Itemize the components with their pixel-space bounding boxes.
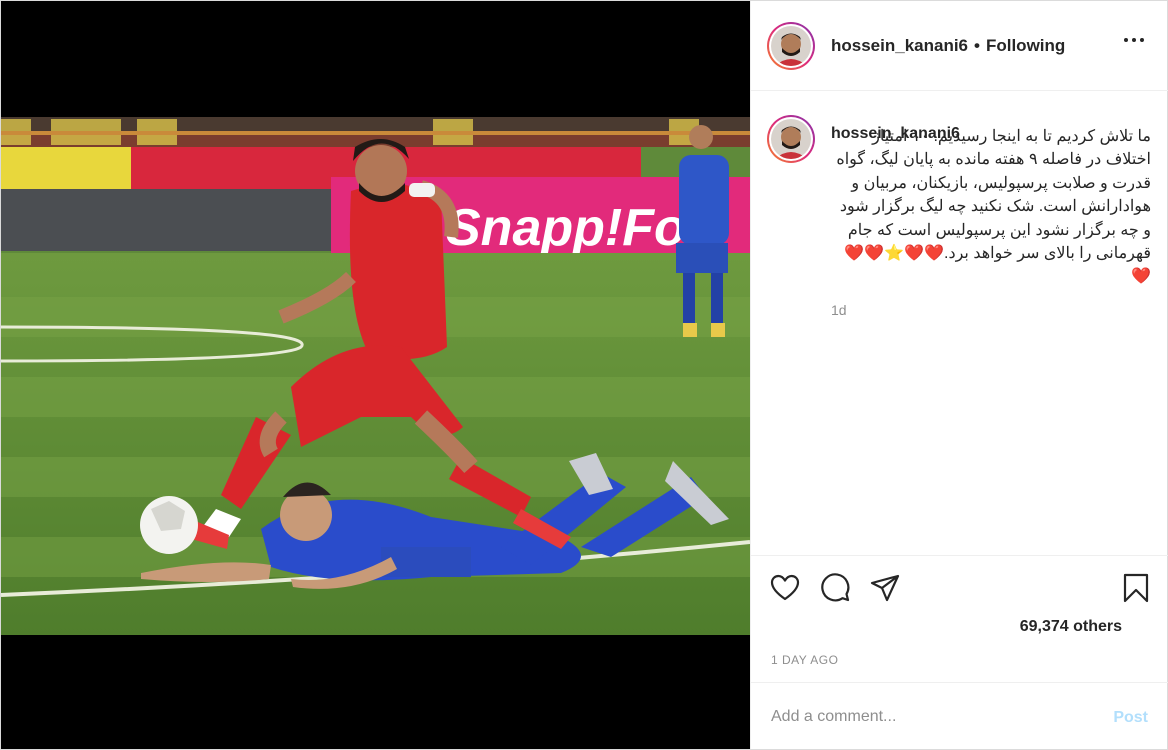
caption-body: hossein_kanani6 ما تلاش کردیم تا به اینج…: [831, 115, 1151, 318]
heart-icon[interactable]: [769, 572, 801, 604]
following-button[interactable]: Following: [986, 36, 1065, 56]
post-caption: hossein_kanani6 ما تلاش کردیم تا به اینج…: [767, 115, 1162, 318]
author-username[interactable]: hossein_kanani6: [831, 36, 968, 56]
caption-avatar[interactable]: [767, 115, 815, 163]
author-avatar[interactable]: [767, 21, 815, 70]
post-comment-button[interactable]: Post: [1113, 709, 1148, 727]
separator-dot: •: [974, 35, 980, 55]
comment-input[interactable]: [771, 707, 1091, 726]
caption-time[interactable]: 1d: [831, 302, 1151, 318]
football-photo: Snapp!Fo: [1, 117, 750, 635]
avatar-face-image: [771, 119, 811, 159]
caption-text: ما تلاش کردیم تا به اینجا رسیدیم. ۱۰ امت…: [836, 128, 1151, 286]
bookmark-icon[interactable]: [1120, 572, 1152, 604]
post-header: hossein_kanani6 • Following: [751, 1, 1168, 91]
post-timestamp[interactable]: 1 DAY AGO: [771, 653, 838, 667]
share-icon[interactable]: [869, 572, 901, 604]
post-media: Snapp!Fo: [1, 1, 750, 749]
action-icons: [769, 572, 1152, 604]
post-photo[interactable]: Snapp!Fo: [1, 117, 750, 635]
post-panel: hossein_kanani6 • Following hossein_kana…: [750, 1, 1168, 749]
avatar-face-image: [771, 25, 811, 66]
likes-count[interactable]: 69,374 others: [1020, 618, 1122, 636]
post-actions: 69,374 others 1 DAY AGO Post: [751, 555, 1168, 749]
comment-icon[interactable]: [819, 572, 851, 604]
avatar-frame: [769, 23, 813, 68]
post-dialog: Snapp!Fo hossein_kanani6 • Following hos…: [0, 0, 1168, 750]
more-options-icon[interactable]: [1124, 38, 1144, 42]
banner-text: Snapp!Fo: [446, 199, 686, 257]
avatar-frame: [769, 117, 813, 161]
comment-box: Post: [751, 682, 1168, 750]
